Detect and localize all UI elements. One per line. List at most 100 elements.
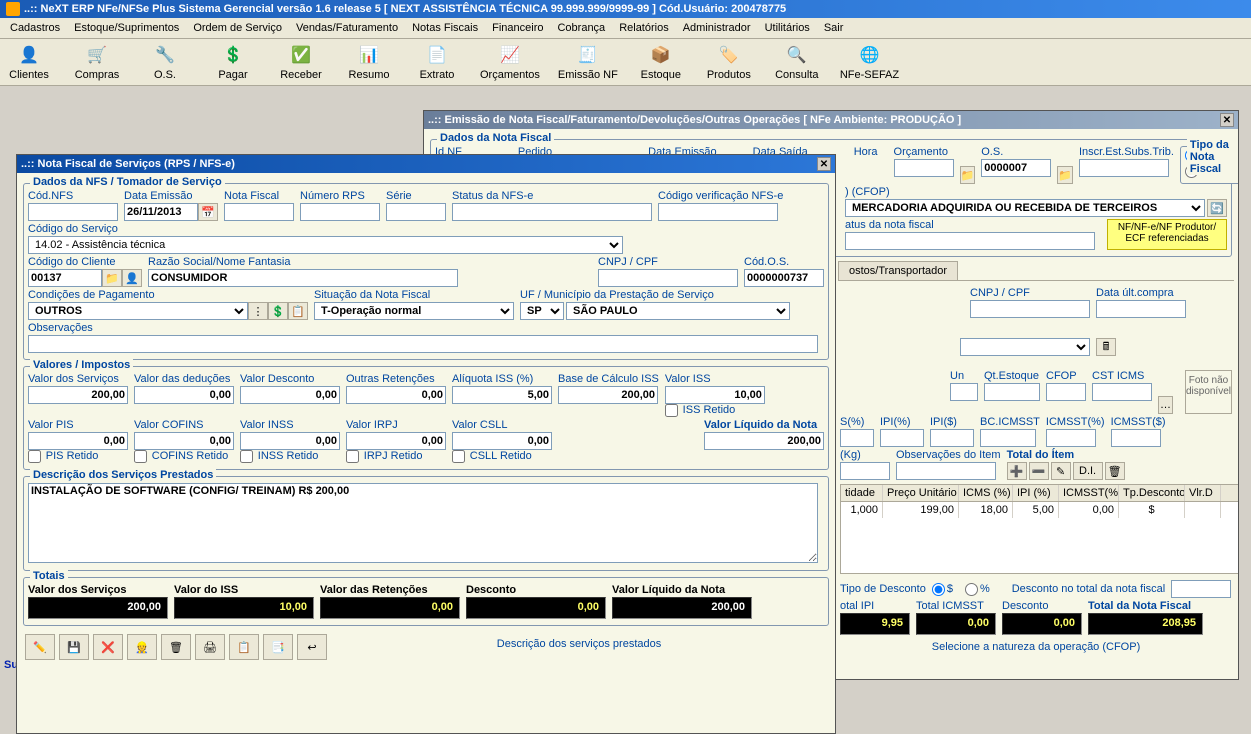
btn-nf-referenciadas[interactable]: NF/NF-e/NF Produtor/ ECF referenciadas bbox=[1107, 219, 1227, 250]
input-s[interactable] bbox=[840, 429, 874, 447]
tb-clientes[interactable]: 👤Clientes bbox=[4, 43, 54, 81]
chk-cofinsretido[interactable]: COFINS Retido bbox=[134, 450, 234, 463]
rps-titlebar[interactable]: ..:: Nota Fiscal de Serviços (RPS / NFS-… bbox=[17, 155, 835, 173]
calc-icon[interactable]: 🖩 bbox=[1096, 338, 1116, 356]
menu-estoque[interactable]: Estoque/Suprimentos bbox=[68, 20, 185, 36]
nfe-titlebar[interactable]: ..:: Emissão de Nota Fiscal/Faturamento/… bbox=[424, 111, 1238, 129]
input-ipipct[interactable] bbox=[880, 429, 924, 447]
rps-close-icon[interactable]: ✕ bbox=[817, 157, 831, 171]
input-codnfs[interactable] bbox=[28, 203, 118, 221]
input-obs[interactable] bbox=[28, 335, 818, 353]
remove-item-icon[interactable]: ➖ bbox=[1029, 462, 1049, 480]
menu-os[interactable]: Ordem de Serviço bbox=[187, 20, 288, 36]
select-unk[interactable] bbox=[960, 338, 1090, 356]
list-icon[interactable]: 📋 bbox=[229, 634, 259, 660]
edit-icon[interactable]: ✏️ bbox=[25, 634, 55, 660]
input-statusnfse[interactable] bbox=[452, 203, 652, 221]
folder-os-icon[interactable]: 📁 bbox=[1057, 166, 1073, 184]
tb-receber[interactable]: ✅Receber bbox=[276, 43, 326, 81]
user-cliente-icon[interactable]: 👤 bbox=[122, 269, 142, 287]
print-icon[interactable]: 🖨 bbox=[195, 634, 225, 660]
worker-icon[interactable]: 👷 bbox=[127, 634, 157, 660]
input-un[interactable] bbox=[950, 383, 978, 401]
input-codcliente[interactable] bbox=[28, 269, 102, 287]
tab-transportador[interactable]: ostos/Transportador bbox=[838, 261, 958, 280]
input-valirpj[interactable] bbox=[346, 432, 446, 450]
select-cfop[interactable]: MERCADORIA ADQUIRIDA OU RECEBIDA DE TERC… bbox=[845, 199, 1205, 217]
radio-pct[interactable]: % bbox=[965, 580, 990, 598]
tb-compras[interactable]: 🛒Compras bbox=[72, 43, 122, 81]
select-codservico[interactable]: 14.02 - Assistência técnica bbox=[28, 236, 623, 254]
tb-estoque[interactable]: 📦Estoque bbox=[636, 43, 686, 81]
input-valdesc[interactable] bbox=[240, 386, 340, 404]
edit-item-icon[interactable]: ✎ bbox=[1051, 462, 1071, 480]
tb-emissaonf[interactable]: 🧾Emissão NF bbox=[558, 43, 618, 81]
input-numerorps[interactable] bbox=[300, 203, 380, 221]
input-cnpj-nfe[interactable] bbox=[970, 300, 1090, 318]
folder-cliente-icon[interactable]: 📁 bbox=[102, 269, 122, 287]
back-icon[interactable]: ↩ bbox=[297, 634, 327, 660]
input-descnota[interactable] bbox=[1171, 580, 1231, 598]
tb-nfesefaz[interactable]: 🌐NFe-SEFAZ bbox=[840, 43, 899, 81]
select-sitnf[interactable]: T-Operação normal bbox=[314, 302, 514, 320]
tb-os[interactable]: 🔧O.S. bbox=[140, 43, 190, 81]
menu-cadastros[interactable]: Cadastros bbox=[4, 20, 66, 36]
input-icmsstpct[interactable] bbox=[1046, 429, 1096, 447]
input-orcamento[interactable] bbox=[894, 159, 954, 177]
input-ipidol[interactable] bbox=[930, 429, 974, 447]
condpag-btn2[interactable]: 💲 bbox=[268, 302, 288, 320]
chk-issretido[interactable]: ISS Retido bbox=[665, 404, 765, 417]
csticms-btn[interactable]: … bbox=[1158, 396, 1173, 414]
tb-pagar[interactable]: 💲Pagar bbox=[208, 43, 258, 81]
menu-relatorios[interactable]: Relatórios bbox=[613, 20, 675, 36]
select-uf[interactable]: SP bbox=[520, 302, 564, 320]
input-aliqiss[interactable] bbox=[452, 386, 552, 404]
input-kg[interactable] bbox=[840, 462, 890, 480]
input-icmsstdol[interactable] bbox=[1111, 429, 1161, 447]
input-razao[interactable] bbox=[148, 269, 458, 287]
tb-resumo[interactable]: 📊Resumo bbox=[344, 43, 394, 81]
input-valpis[interactable] bbox=[28, 432, 128, 450]
input-dataultcompra[interactable] bbox=[1096, 300, 1186, 318]
add-item-icon[interactable]: ➕ bbox=[1007, 462, 1027, 480]
nfe-close-icon[interactable]: ✕ bbox=[1220, 113, 1234, 127]
input-valcofins[interactable] bbox=[134, 432, 234, 450]
input-obsitem[interactable] bbox=[896, 462, 996, 480]
input-dataem-rps[interactable] bbox=[124, 203, 198, 221]
grid-row-0[interactable]: 1,000 199,00 18,00 5,00 0,00 $ bbox=[841, 502, 1238, 518]
chk-irpjretido[interactable]: IRPJ Retido bbox=[346, 450, 446, 463]
input-serie[interactable] bbox=[386, 203, 446, 221]
input-valcsll[interactable] bbox=[452, 432, 552, 450]
chk-inssretido[interactable]: INSS Retido bbox=[240, 450, 340, 463]
input-codverif[interactable] bbox=[658, 203, 778, 221]
input-notafiscal[interactable] bbox=[224, 203, 294, 221]
radio-dollar[interactable]: $ bbox=[932, 580, 953, 598]
copy-icon[interactable]: 📑 bbox=[263, 634, 293, 660]
input-os-nfe[interactable] bbox=[981, 159, 1051, 177]
input-basecalc[interactable] bbox=[558, 386, 658, 404]
tb-orcamentos[interactable]: 📈Orçamentos bbox=[480, 43, 540, 81]
di-button[interactable]: D.I. bbox=[1073, 462, 1103, 480]
menu-sair[interactable]: Sair bbox=[818, 20, 850, 36]
tb-produtos[interactable]: 🏷️Produtos bbox=[704, 43, 754, 81]
input-cfop2[interactable] bbox=[1046, 383, 1086, 401]
condpag-btn1[interactable]: ⋮ bbox=[248, 302, 268, 320]
calendar-icon[interactable]: 📅 bbox=[198, 203, 218, 221]
input-valdeduc[interactable] bbox=[134, 386, 234, 404]
input-valiss[interactable] bbox=[665, 386, 765, 404]
chk-csllretido[interactable]: CSLL Retido bbox=[452, 450, 552, 463]
input-cnpjcpf[interactable] bbox=[598, 269, 738, 287]
tb-consulta[interactable]: 🔍Consulta bbox=[772, 43, 822, 81]
input-valinss[interactable] bbox=[240, 432, 340, 450]
input-qtestoque[interactable] bbox=[984, 383, 1040, 401]
input-status-nf[interactable] bbox=[845, 232, 1095, 250]
delete-item-icon[interactable]: 🗑 bbox=[1105, 462, 1125, 480]
input-outret[interactable] bbox=[346, 386, 446, 404]
folder-orc-icon[interactable]: 📁 bbox=[960, 166, 976, 184]
menu-notas[interactable]: Notas Fiscais bbox=[406, 20, 484, 36]
input-csticms[interactable] bbox=[1092, 383, 1152, 401]
input-codos[interactable] bbox=[744, 269, 824, 287]
menu-vendas[interactable]: Vendas/Faturamento bbox=[290, 20, 404, 36]
menu-cobranca[interactable]: Cobrança bbox=[551, 20, 611, 36]
menu-util[interactable]: Utilitários bbox=[759, 20, 816, 36]
